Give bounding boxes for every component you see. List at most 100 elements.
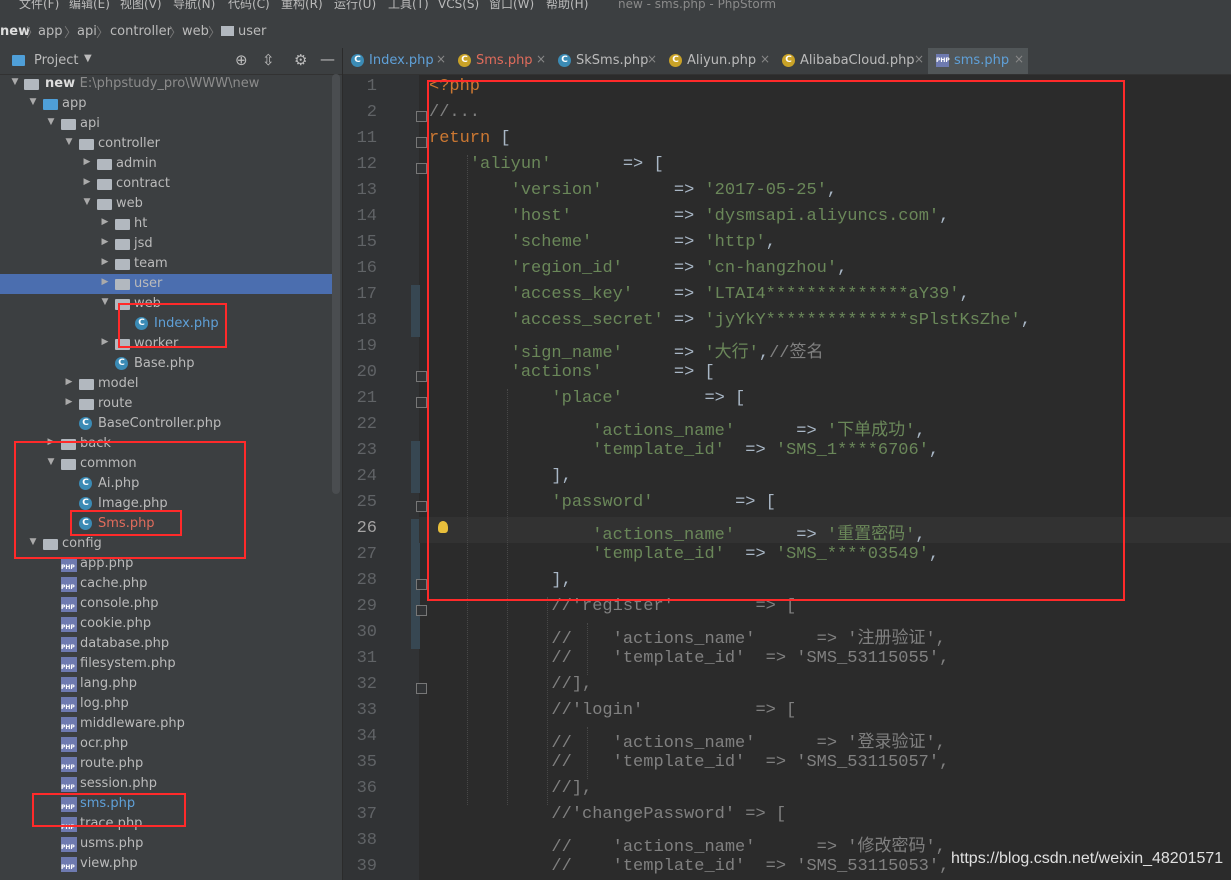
fold-marker-icon[interactable] xyxy=(416,137,427,148)
chevron-down-icon[interactable]: ▼ xyxy=(64,137,74,147)
breadcrumb-user[interactable]: user xyxy=(238,24,266,39)
tree-item[interactable]: PHP log.php xyxy=(0,694,340,714)
tree-item[interactable]: ▼ controller xyxy=(0,134,340,154)
close-icon[interactable]: × xyxy=(1014,52,1024,66)
tree-item[interactable]: C BaseController.php xyxy=(0,414,340,434)
tab-index-php[interactable]: C Index.php × xyxy=(343,48,450,74)
tree-item[interactable]: ▼ web xyxy=(0,194,340,214)
change-marker xyxy=(411,467,420,493)
breadcrumb-separator-icon: 〉 xyxy=(64,26,78,41)
menu-window[interactable]: 窗口(W) xyxy=(489,0,534,10)
fold-marker-icon[interactable] xyxy=(416,579,427,590)
fold-marker-icon[interactable] xyxy=(416,371,427,382)
chevron-down-icon[interactable]: ▼ xyxy=(10,77,20,87)
chevron-right-icon[interactable]: ▶ xyxy=(100,257,110,267)
tab-aliyun-php[interactable]: C Aliyun.php × xyxy=(661,48,774,74)
chevron-right-icon[interactable]: ▶ xyxy=(82,157,92,167)
tree-item[interactable]: ▶ route xyxy=(0,394,340,414)
tree-item[interactable]: ▼ app xyxy=(0,94,340,114)
tree-item[interactable]: ▶ team xyxy=(0,254,340,274)
line-number: 37 xyxy=(356,805,377,824)
tree-item[interactable]: PHP cache.php xyxy=(0,574,340,594)
tree-item[interactable]: PHP ocr.php xyxy=(0,734,340,754)
tree-item[interactable]: ▶ contract xyxy=(0,174,340,194)
menu-view[interactable]: 视图(V) xyxy=(120,0,162,10)
tree-item[interactable]: PHP console.php xyxy=(0,594,340,614)
chevron-right-icon[interactable]: ▶ xyxy=(64,397,74,407)
collapse-all-icon[interactable]: ⇳ xyxy=(262,51,275,69)
tree-item[interactable]: PHP filesystem.php xyxy=(0,654,340,674)
breadcrumb-web[interactable]: web xyxy=(182,24,209,39)
menu-refactor[interactable]: 重构(R) xyxy=(281,0,323,10)
tree-item[interactable]: PHP view.php xyxy=(0,854,340,874)
tab-sms-php[interactable]: PHP sms.php × xyxy=(928,48,1028,74)
close-icon[interactable]: × xyxy=(647,52,657,66)
tab-sksms-php[interactable]: C SkSms.php × xyxy=(550,48,661,74)
tree-item[interactable]: PHP route.php xyxy=(0,754,340,774)
tree-item[interactable]: ▶ model xyxy=(0,374,340,394)
close-icon[interactable]: × xyxy=(436,52,446,66)
close-icon[interactable]: × xyxy=(914,52,924,66)
menu-run[interactable]: 运行(U) xyxy=(334,0,376,10)
indent-guide xyxy=(587,623,588,675)
menu-help[interactable]: 帮助(H) xyxy=(546,0,588,10)
breadcrumb-controller[interactable]: controller xyxy=(110,24,172,39)
folder-icon xyxy=(97,199,112,210)
fold-marker-icon[interactable] xyxy=(416,605,427,616)
tree-item[interactable]: PHP database.php xyxy=(0,634,340,654)
fold-marker-icon[interactable] xyxy=(416,111,427,122)
chevron-right-icon[interactable]: ▶ xyxy=(100,337,110,347)
tree-item[interactable]: ▼ api xyxy=(0,114,340,134)
close-icon[interactable]: × xyxy=(760,52,770,66)
tree-item[interactable]: PHP lang.php xyxy=(0,674,340,694)
tree-item[interactable]: PHP usms.php xyxy=(0,834,340,854)
breadcrumb-api[interactable]: api xyxy=(77,24,97,39)
gear-icon[interactable]: ⚙ xyxy=(294,51,307,69)
chevron-down-icon[interactable]: ▼ xyxy=(84,53,92,64)
chevron-right-icon[interactable]: ▶ xyxy=(82,177,92,187)
menu-navigate[interactable]: 导航(N) xyxy=(173,0,215,10)
line-number: 19 xyxy=(356,337,377,356)
locate-icon[interactable]: ⊕ xyxy=(235,51,248,69)
tree-item[interactable]: PHP session.php xyxy=(0,774,340,794)
chevron-down-icon[interactable]: ▼ xyxy=(82,197,92,207)
chevron-right-icon[interactable]: ▶ xyxy=(100,277,110,287)
tree-item[interactable]: PHP middleware.php xyxy=(0,714,340,734)
line-number: 15 xyxy=(356,233,377,252)
fold-marker-icon[interactable] xyxy=(416,163,427,174)
chevron-down-icon[interactable]: ▼ xyxy=(100,297,110,307)
close-icon[interactable]: × xyxy=(536,52,546,66)
tab-sms-php[interactable]: C Sms.php × xyxy=(450,48,550,74)
project-view-selector[interactable]: Project xyxy=(34,53,78,68)
project-scrollbar[interactable] xyxy=(332,74,340,494)
chevron-right-icon[interactable]: ▶ xyxy=(64,377,74,387)
fold-marker-icon[interactable] xyxy=(416,501,427,512)
tree-item[interactable]: ▶ admin xyxy=(0,154,340,174)
fold-marker-icon[interactable] xyxy=(416,683,427,694)
breadcrumb-app[interactable]: app xyxy=(38,24,62,39)
tree-item-label: team xyxy=(134,256,168,271)
fold-marker-icon[interactable] xyxy=(416,397,427,408)
tree-item[interactable]: ▶ ht xyxy=(0,214,340,234)
menu-edit[interactable]: 编辑(E) xyxy=(69,0,110,10)
chevron-right-icon[interactable]: ▶ xyxy=(100,217,110,227)
menu-tools[interactable]: 工具(T) xyxy=(388,0,429,10)
tree-item[interactable]: PHP cookie.php xyxy=(0,614,340,634)
php-file-icon: PHP xyxy=(61,697,77,712)
hide-panel-icon[interactable]: — xyxy=(320,50,335,68)
breadcrumb-separator-icon: 〉 xyxy=(208,26,222,41)
tree-item[interactable]: ▶ jsd xyxy=(0,234,340,254)
chevron-down-icon[interactable]: ▼ xyxy=(28,97,38,107)
folder-icon xyxy=(43,99,58,110)
chevron-down-icon[interactable]: ▼ xyxy=(46,117,56,127)
menu-code[interactable]: 代码(C) xyxy=(228,0,270,10)
tree-item[interactable]: C Base.php xyxy=(0,354,340,374)
tab-alibabacloud-php[interactable]: C AlibabaCloud.php × xyxy=(774,48,928,74)
tree-item-root[interactable]: ▼ new E:\phpstudy_pro\WWW\new xyxy=(0,74,340,94)
menu-file[interactable]: 文件(F) xyxy=(19,0,59,10)
tree-item[interactable]: ▶ user xyxy=(0,274,340,294)
menu-vcs[interactable]: VCS(S) xyxy=(438,0,479,10)
chevron-right-icon[interactable]: ▶ xyxy=(100,237,110,247)
